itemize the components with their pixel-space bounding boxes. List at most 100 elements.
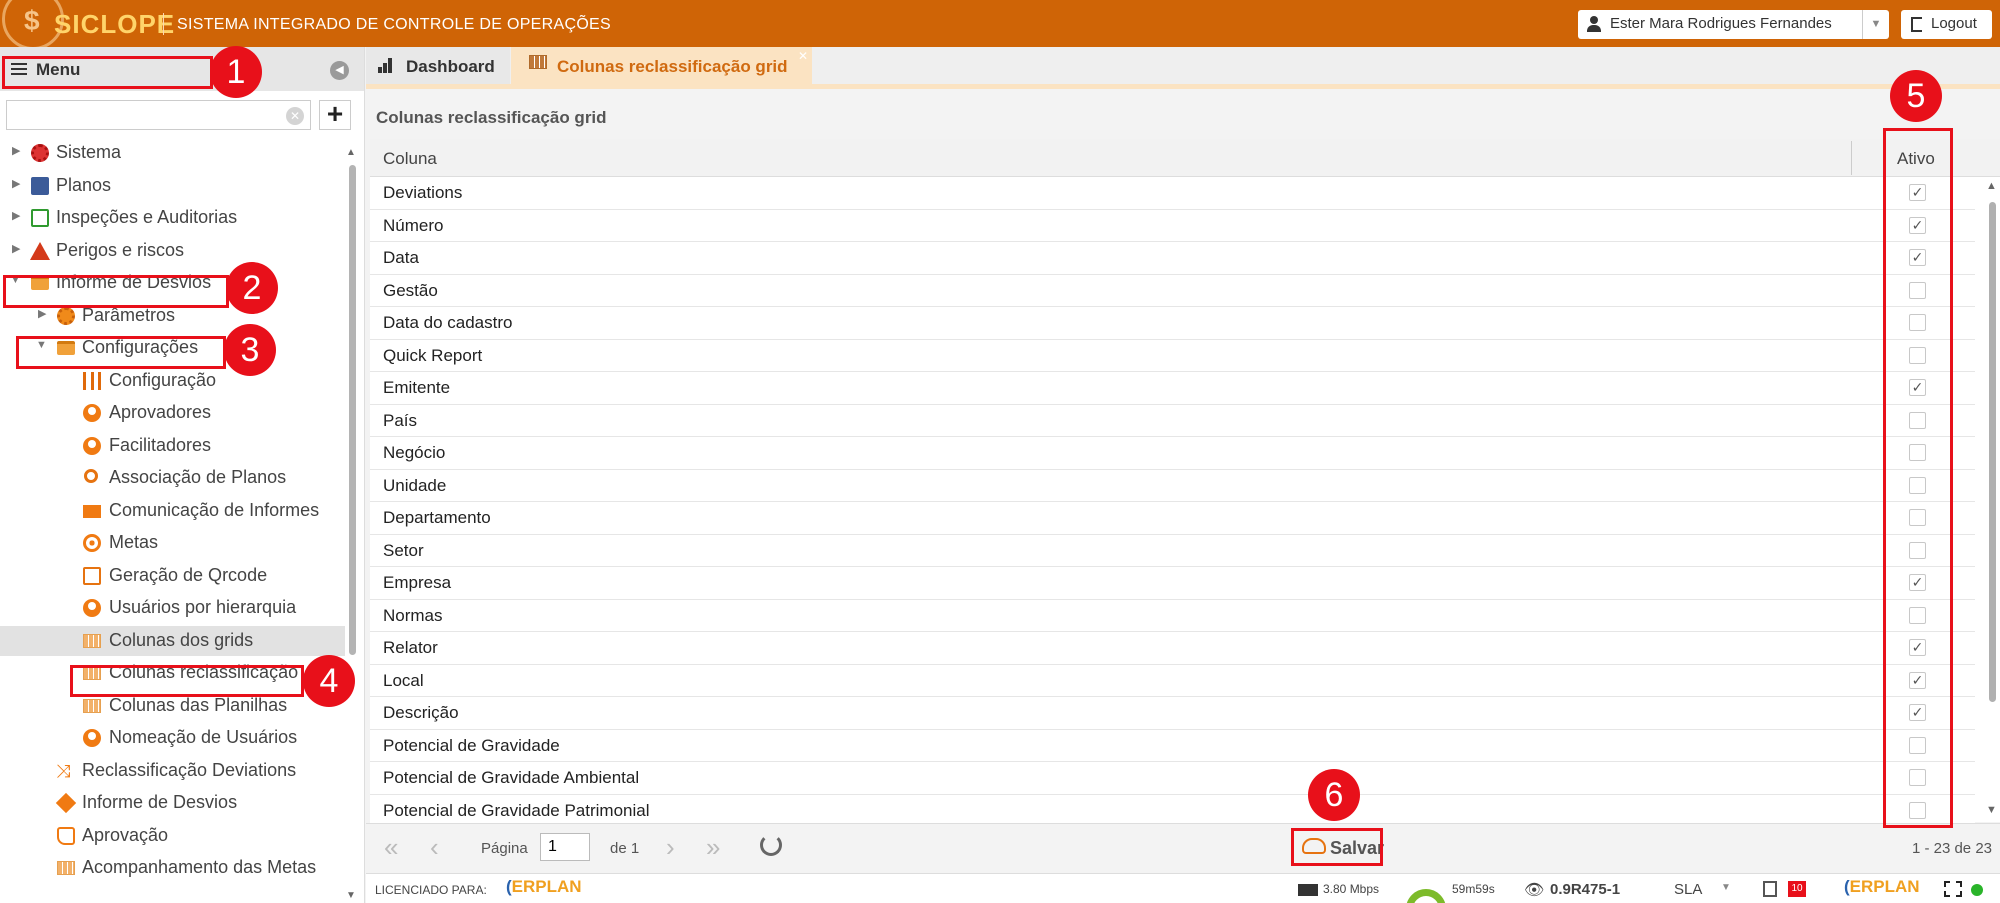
column-resizer[interactable] <box>1851 141 1852 175</box>
sidebar-item-aprovadores[interactable]: Aprovadores <box>0 398 345 428</box>
scroll-down-icon[interactable]: ▼ <box>346 890 356 901</box>
expand-arrow-icon[interactable]: ▶ <box>12 209 20 222</box>
first-page-icon[interactable]: « <box>384 832 398 863</box>
sidebar-item-metas[interactable]: Metas <box>0 528 345 558</box>
chevron-down-icon[interactable]: ▼ <box>1721 882 1731 893</box>
sidebar-item-geracao-qrcode[interactable]: Geração de Qrcode <box>0 561 345 591</box>
table-row[interactable]: Emitente ✓ <box>370 372 1975 405</box>
sidebar-item-perigos[interactable]: ▶ Perigos e riscos <box>0 236 345 266</box>
sidebar-item-label: Inspeções e Auditorias <box>56 207 238 227</box>
table-row[interactable]: Negócio <box>370 437 1975 470</box>
sidebar-item-label: Geração de Qrcode <box>109 564 268 585</box>
refresh-icon[interactable] <box>760 834 782 856</box>
scroll-up-icon[interactable]: ▲ <box>346 147 356 158</box>
logout-label: Logout <box>1931 15 1977 32</box>
calculator-icon[interactable] <box>1763 881 1777 897</box>
table-row[interactable]: Data do cadastro <box>370 307 1975 340</box>
record-count: 1 - 23 de 23 <box>1911 840 1992 857</box>
expand-arrow-icon[interactable]: ▶ <box>12 242 20 255</box>
table-row[interactable]: Deviations ✓ <box>370 177 1975 210</box>
thumbs-up-icon <box>57 826 75 845</box>
prev-page-icon[interactable]: ‹ <box>430 832 439 863</box>
menu-search-input[interactable] <box>6 100 311 130</box>
expand-arrow-icon[interactable]: ▶ <box>38 307 46 320</box>
annotation-badge-5: 5 <box>1890 70 1942 122</box>
notification-badge[interactable]: 10 <box>1788 881 1806 897</box>
table-row[interactable]: Descrição ✓ <box>370 697 1975 730</box>
clear-search-icon[interactable]: ✕ <box>286 107 304 125</box>
eye-icon: 👁 <box>1524 882 1545 899</box>
column-header-coluna[interactable]: Coluna <box>383 149 437 169</box>
sidebar-item-nomeacao-usuarios[interactable]: Nomeação de Usuários <box>0 723 345 753</box>
sidebar-item-acompanhamento-metas[interactable]: Acompanhamento das Metas <box>0 853 345 883</box>
sidebar-item-label: Perigos e riscos <box>56 239 185 260</box>
sidebar-item-comunicacao-informes[interactable]: Comunicação de Informes <box>0 496 345 526</box>
scroll-thumb[interactable] <box>349 165 356 655</box>
expand-arrow-icon[interactable]: ▶ <box>12 177 20 190</box>
annotation-badge-1: 1 <box>210 46 262 98</box>
table-row[interactable]: Data ✓ <box>370 242 1975 275</box>
tab-dashboard[interactable]: Dashboard <box>366 47 510 84</box>
next-page-icon[interactable]: › <box>666 832 675 863</box>
table-row[interactable]: País <box>370 404 1975 437</box>
user-icon <box>83 436 101 455</box>
network-speed: 3.80 Mbps <box>1323 882 1380 896</box>
page-number-input[interactable] <box>540 833 590 861</box>
table-row[interactable]: Gestão <box>370 274 1975 307</box>
sidebar-item-sistema[interactable]: ▶ Sistema <box>0 138 345 168</box>
target-icon <box>83 534 101 552</box>
column-name: Gestão <box>383 280 438 300</box>
table-row[interactable]: Local ✓ <box>370 664 1975 697</box>
close-icon[interactable]: ✕ <box>798 49 808 63</box>
scroll-up-icon[interactable]: ▲ <box>1986 180 1997 192</box>
erplan-logo-text: ERPLAN <box>1849 877 1920 896</box>
table-row[interactable]: Potencial de Gravidade <box>370 729 1975 762</box>
sidebar-item-associacao-planos[interactable]: Associação de Planos <box>0 463 345 493</box>
scroll-thumb[interactable] <box>1989 202 1996 702</box>
last-page-icon[interactable]: » <box>706 832 720 863</box>
sidebar-item-configuracao[interactable]: Configuração <box>0 366 345 396</box>
table-row[interactable]: Número ✓ <box>370 209 1975 242</box>
chevron-down-icon[interactable]: ▼ <box>1862 10 1889 39</box>
table-row[interactable]: Departamento <box>370 502 1975 535</box>
grid-scrollbar[interactable]: ▲ ▼ <box>1985 180 1999 820</box>
sidebar: Menu ◀ ✕ + ▶ Sistema ▶ Planos ▶ Inspeçõe… <box>0 47 365 903</box>
collapse-sidebar-icon[interactable]: ◀ <box>330 61 349 80</box>
sidebar-item-inspecoes[interactable]: ▶ Inspeções e Auditorias <box>0 203 345 233</box>
fullscreen-icon[interactable] <box>1944 881 1962 897</box>
document-icon <box>83 566 101 585</box>
logout-button[interactable]: Logout <box>1901 10 1992 39</box>
annotation-box-5 <box>1883 128 1953 828</box>
annotation-badge-4: 4 <box>303 655 355 707</box>
sidebar-item-reclassificacao-deviations[interactable]: ⤨ Reclassificação Deviations <box>0 756 345 786</box>
licensed-label: LICENCIADO PARA: <box>375 883 487 897</box>
erplan-logo-text: ERPLAN <box>511 877 582 896</box>
table-row[interactable]: Relator ✓ <box>370 632 1975 665</box>
sidebar-item-usuarios-hierarquia[interactable]: Usuários por hierarquia <box>0 593 345 623</box>
table-row[interactable]: Quick Report <box>370 339 1975 372</box>
column-name: Data do cadastro <box>383 313 513 332</box>
sla-label[interactable]: SLA <box>1674 881 1702 898</box>
sidebar-item-informe-desvios-2[interactable]: Informe de Desvios <box>0 788 345 818</box>
user-menu-button[interactable]: Ester Mara Rodrigues Fernandes ▼ <box>1578 10 1889 39</box>
sidebar-scrollbar[interactable]: ▲ ▼ <box>346 147 358 903</box>
sidebar-item-label: Sistema <box>56 142 122 162</box>
sidebar-item-aprovacao[interactable]: Aprovação <box>0 821 345 851</box>
scroll-down-icon[interactable]: ▼ <box>1986 804 1997 816</box>
table-row[interactable]: Empresa ✓ <box>370 567 1975 600</box>
add-button[interactable]: + <box>319 100 351 130</box>
mail-icon <box>83 504 101 518</box>
table-row[interactable]: Unidade <box>370 469 1975 502</box>
sidebar-item-facilitadores[interactable]: Facilitadores <box>0 431 345 461</box>
table-row[interactable]: Setor <box>370 534 1975 567</box>
sidebar-item-label: Colunas dos grids <box>109 629 254 650</box>
sidebar-item-label: Usuários por hierarquia <box>109 597 297 617</box>
tab-colunas-reclassificacao-grid[interactable]: Colunas reclassificação grid ✕ <box>511 47 812 84</box>
sidebar-item-colunas-grids[interactable]: Colunas dos grids <box>0 625 345 656</box>
expand-arrow-icon[interactable]: ▶ <box>12 144 20 157</box>
column-name: Quick Report <box>383 345 483 365</box>
sidebar-item-planos[interactable]: ▶ Planos <box>0 171 345 201</box>
table-row[interactable]: Potencial de Gravidade Ambiental <box>370 762 1975 795</box>
table-row[interactable]: Normas <box>370 599 1975 632</box>
sidebar-item-label: Comunicação de Informes <box>109 499 320 520</box>
